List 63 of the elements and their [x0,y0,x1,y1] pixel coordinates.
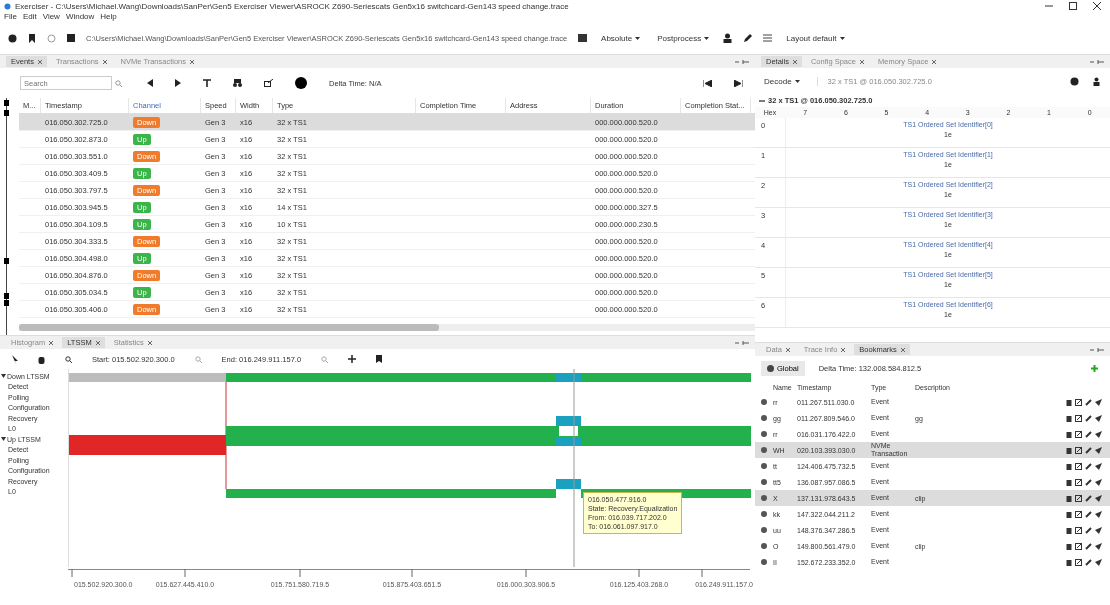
first-icon[interactable] [703,79,712,87]
caret-icon[interactable] [839,36,845,40]
edit-icon[interactable] [1075,542,1082,550]
scrollbar-thumb[interactable] [19,324,439,331]
bookmark-dot-icon [761,399,767,405]
bookmark-dot-icon [761,415,767,421]
bookmark-dot-icon [761,495,767,501]
record-icon[interactable] [8,33,17,43]
export-icon[interactable] [264,79,273,87]
time-mode-dropdown[interactable]: Absolute [598,31,644,45]
window-title: Exerciser - C:\Users\Michael.Wang\Downloads\SanPer\Gen5 Exerciser Viewer\ASROCK Z690-Seriescats Gen5x16 switchcard-Gen143 speed change.trace [15,1,569,11]
search-icon [115,79,122,87]
edit-icon[interactable] [1075,462,1082,470]
caret-icon[interactable] [635,36,641,40]
menu-item[interactable]: Edit [22,12,37,22]
menu-item[interactable]: Window [65,12,95,22]
bookmark-dot-icon [761,463,767,469]
pencil-icon[interactable] [743,33,753,43]
edit-icon[interactable] [1075,558,1082,566]
menu-item[interactable]: View [42,12,60,22]
expand-icon[interactable] [1,437,6,442]
menu-item[interactable]: File [4,12,17,22]
edit-icon[interactable] [1075,478,1082,486]
bookmark-dot-icon [761,527,767,533]
decode-dropdown[interactable]: Decode [761,74,803,88]
menu-item[interactable]: Help [100,12,117,22]
person-icon[interactable] [723,33,733,43]
bookmark-dot-icon [761,447,767,453]
pointer-icon[interactable] [12,354,18,364]
text-icon[interactable] [203,79,211,87]
bookmark-icon[interactable] [28,33,36,43]
bookmark-dot-icon [761,559,767,565]
zoom-icon[interactable] [65,355,72,363]
last-icon[interactable] [734,79,743,87]
collapse-icon[interactable] [759,97,765,104]
layout-dropdown[interactable]: Layout default [783,31,848,45]
list-icon[interactable] [763,34,773,42]
edit-icon[interactable] [1075,430,1082,438]
process-dropdown[interactable]: Postprocess [654,31,713,45]
bookmark-dot-icon [761,431,767,437]
edit-icon[interactable] [1075,526,1082,534]
caret-icon[interactable] [704,36,710,40]
edit-icon[interactable] [1075,494,1082,502]
edit-icon[interactable] [1075,510,1082,518]
bookmark-dot-icon [761,511,767,517]
app-icon [4,2,11,10]
marker-dot-icon[interactable] [295,77,307,89]
edit-icon[interactable] [1075,446,1082,454]
expand-icon[interactable] [1,374,6,379]
bookmark-dot-icon [761,479,767,485]
maximize-icon[interactable] [1068,1,1078,11]
binoculars-icon[interactable] [233,79,242,87]
previous-icon[interactable] [147,79,153,87]
close-icon[interactable] [1092,1,1102,11]
bookmark-dot-icon [761,543,767,549]
person-icon[interactable] [1093,76,1100,86]
edit-icon[interactable] [1075,398,1082,406]
edit-icon[interactable] [1075,414,1082,422]
plus-icon[interactable] [348,355,357,363]
caret-icon[interactable] [794,79,800,83]
add-icon[interactable] [1091,364,1098,372]
next-icon[interactable] [175,79,181,87]
bookmark-icon[interactable] [376,355,383,363]
